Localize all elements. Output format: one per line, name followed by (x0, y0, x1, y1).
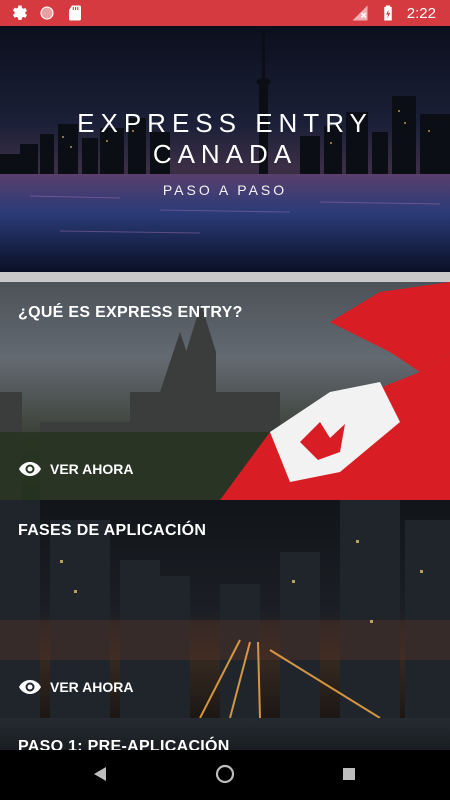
ver-ahora-label: VER AHORA (50, 679, 134, 695)
gear-icon (12, 5, 28, 20)
hero-banner: EXPRESS ENTRY CANADA PASO A PASO (0, 26, 450, 272)
ver-ahora-button[interactable]: VER AHORA (18, 678, 134, 696)
ver-ahora-label: VER AHORA (50, 461, 134, 477)
sd-card-icon (69, 5, 81, 21)
divider (0, 272, 450, 282)
card-title: FASES DE APLICACIÓN (18, 522, 207, 539)
recents-icon[interactable] (343, 768, 355, 780)
app-title-line-2: CANADA (152, 139, 298, 169)
card-title: ¿QUÉ ES EXPRESS ENTRY? (18, 304, 243, 321)
app-title: EXPRESS ENTRY CANADA (0, 108, 450, 170)
card-fases-de-aplicacion[interactable]: FASES DE APLICACIÓN VER AHORA (0, 500, 450, 718)
app-subtitle: PASO A PASO (162, 182, 288, 198)
card-paso-1-pre-aplicacion[interactable]: PASO 1: PRE-APLICACIÓN (0, 718, 450, 750)
status-bar: 2:22 (0, 0, 450, 26)
record-icon (40, 6, 54, 20)
eye-icon (19, 680, 41, 694)
navigation-bar (0, 750, 450, 800)
eye-icon (19, 462, 41, 476)
battery-charging-icon (384, 5, 392, 21)
ver-ahora-button[interactable]: VER AHORA (18, 460, 134, 478)
clock: 2:22 (406, 4, 436, 22)
signal-off-icon (352, 5, 368, 21)
card-title: PASO 1: PRE-APLICACIÓN (18, 738, 230, 750)
card-que-es-express-entry[interactable]: ¿QUÉ ES EXPRESS ENTRY? VER AHORA (0, 282, 450, 500)
app-title-line-1: EXPRESS ENTRY (77, 108, 373, 138)
back-icon[interactable] (94, 767, 106, 781)
home-icon[interactable] (215, 764, 235, 784)
